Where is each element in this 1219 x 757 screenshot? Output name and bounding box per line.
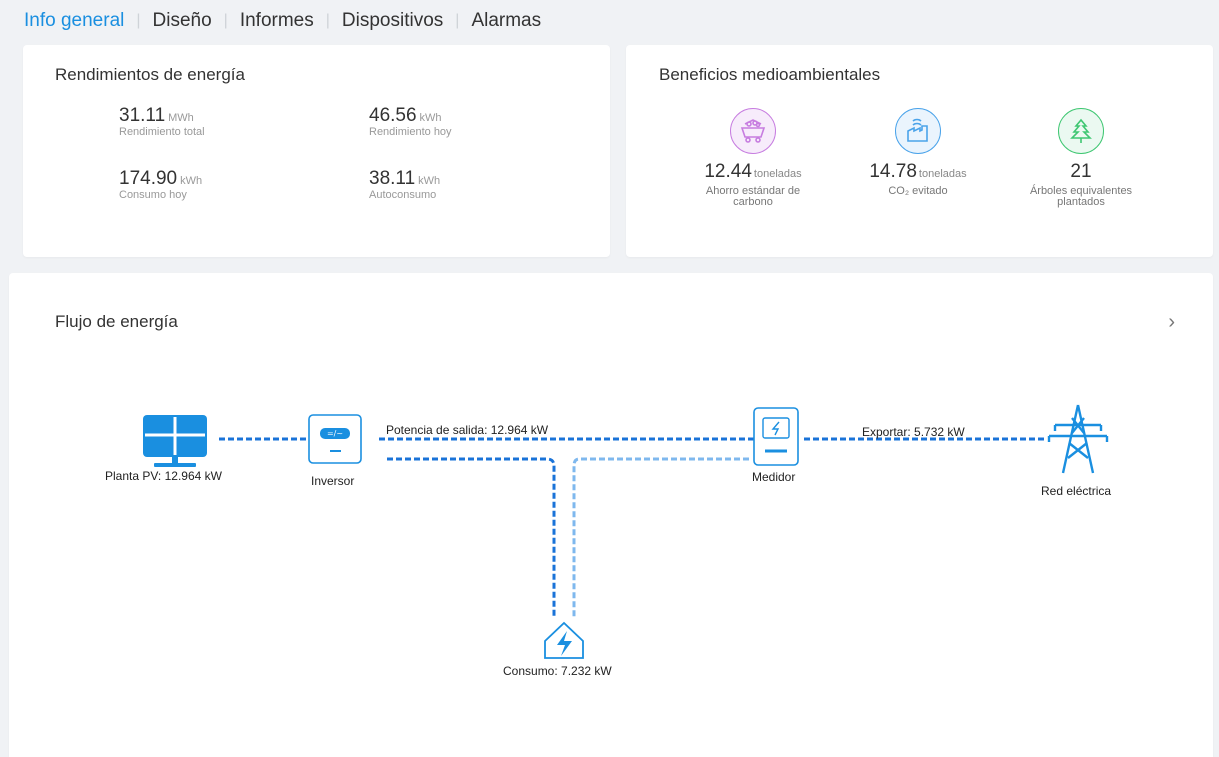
meter-to-consumption-line — [572, 457, 749, 618]
co2-avoided-item: 14.78 toneladas CO₂ evitado — [843, 108, 993, 197]
environmental-benefits-card: Beneficios medioambientales 12.44 tonelad… — [626, 45, 1213, 257]
factory-icon — [895, 108, 941, 154]
tab-info-general[interactable]: Info general — [24, 10, 124, 32]
today-yield-stat: 46.56 kWh Rendimiento hoy — [369, 105, 452, 138]
trees-planted-value: 21 — [1070, 161, 1092, 182]
stat-unit: kWh — [418, 175, 441, 187]
stat-value: 31.11 — [119, 105, 166, 126]
stat-value: 46.56 — [369, 105, 417, 126]
self-consumption-stat: 38.11 kWh Autoconsumo — [369, 168, 440, 201]
tab-separator: | — [136, 12, 141, 29]
co2-avoided-value: 14.78 — [869, 161, 917, 182]
total-yield-stat: 31.11 MWh Rendimiento total — [119, 105, 205, 138]
meter-icon — [753, 407, 799, 466]
co2-avoided-unit: toneladas — [918, 168, 967, 180]
carbon-saving-value: 12.44 — [704, 161, 752, 182]
stat-value: 38.11 — [369, 168, 416, 189]
output-power-label: Potencia de salida: 12.964 kW — [386, 423, 549, 437]
tab-design[interactable]: Diseño — [153, 10, 212, 32]
tab-separator: | — [325, 12, 330, 29]
export-label: Exportar: 5.732 kW — [862, 425, 965, 439]
meter-label: Medidor — [752, 470, 796, 484]
coal-cart-icon — [730, 108, 776, 154]
solar-panel-icon — [143, 415, 207, 467]
carbon-saving-label-2: carbono — [733, 196, 773, 208]
tree-icon — [1058, 108, 1104, 154]
svg-text:=/~: =/~ — [327, 429, 343, 438]
tab-separator: | — [455, 12, 460, 29]
consumption-label: Consumo: 7.232 kW — [503, 664, 612, 678]
inverter-label: Inversor — [311, 474, 355, 488]
pv-plant-label: Planta PV: 12.964 kW — [105, 469, 222, 483]
stat-value: 174.90 — [119, 168, 178, 189]
carbon-saving-item: 12.44 toneladas Ahorro estándar de carbon… — [678, 108, 828, 208]
trees-planted-item: 21 Árboles equivalentes plantados — [1006, 108, 1156, 208]
house-icon — [544, 621, 584, 659]
energy-yields-card: Rendimientos de energía 31.11 MWh Rendimi… — [23, 45, 610, 257]
grid-label: Red eléctrica — [1041, 484, 1112, 498]
tab-bar: Info general | Diseño | Informes | Dispo… — [0, 0, 1219, 42]
environmental-benefits-title: Beneficios medioambientales — [659, 65, 881, 84]
tab-separator: | — [223, 12, 228, 29]
trees-planted-label-2: plantados — [1057, 196, 1105, 208]
power-tower-icon — [1047, 404, 1109, 474]
stat-unit: kWh — [180, 175, 203, 187]
today-consumption-stat: 174.90 kWh Consumo hoy — [119, 168, 202, 201]
stat-unit: kWh — [419, 112, 442, 124]
inverter-to-consumption-line — [387, 457, 556, 618]
tab-alarms[interactable]: Alarmas — [471, 10, 541, 32]
stat-unit: MWh — [168, 112, 194, 124]
co2-avoided-label: CO₂ evitado — [888, 185, 948, 197]
flow-lines — [219, 437, 1047, 618]
inverter-icon: =/~ — [308, 414, 362, 464]
tab-devices[interactable]: Dispositivos — [342, 10, 443, 32]
energy-yields-title: Rendimientos de energía — [55, 65, 245, 84]
tab-reports[interactable]: Informes — [240, 10, 314, 32]
energy-flow-card: Flujo de energía › =/~ Planta PV: 12.964… — [9, 273, 1213, 757]
stat-label: Consumo hoy — [119, 189, 187, 201]
energy-flow-diagram: =/~ — [143, 404, 1109, 659]
carbon-saving-unit: toneladas — [753, 168, 802, 180]
stat-label: Rendimiento hoy — [369, 126, 452, 138]
stat-label: Autoconsumo — [369, 189, 437, 201]
stat-label: Rendimiento total — [119, 126, 205, 138]
